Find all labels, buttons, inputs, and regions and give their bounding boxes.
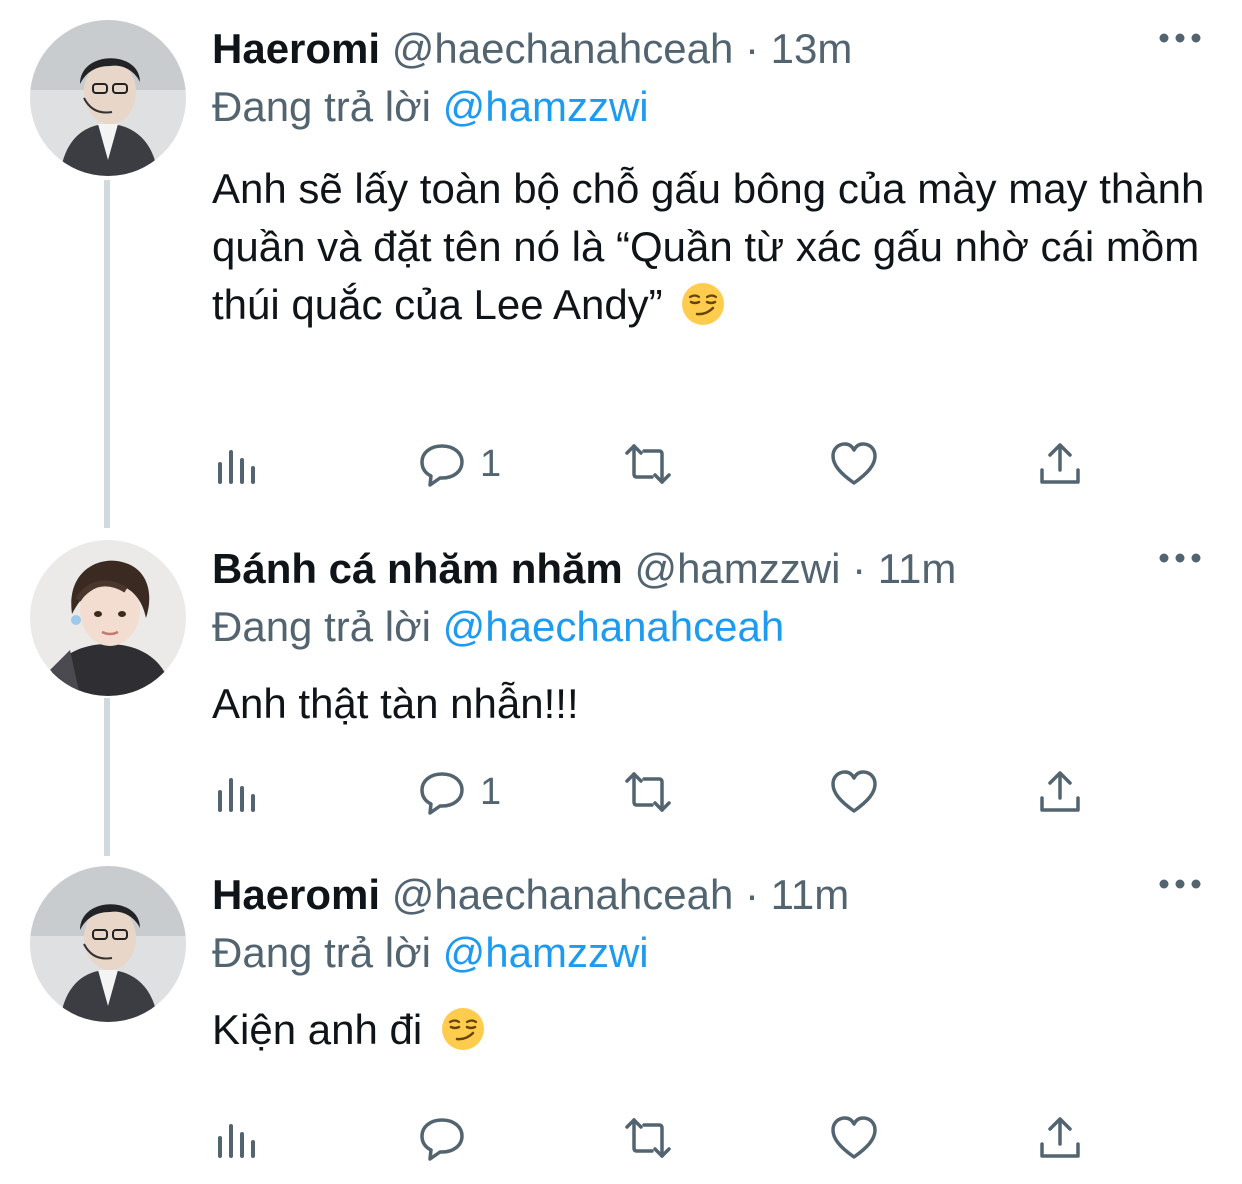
replying-to-line: Đang trả lời @haechanahceah bbox=[212, 598, 1212, 656]
share-upload-icon bbox=[1040, 771, 1080, 812]
tweet-content: Haeromi @haechanahceah · 11m Đang trả lờ… bbox=[212, 866, 1212, 1058]
more-options-icon[interactable] bbox=[1158, 874, 1202, 894]
heart-icon bbox=[831, 770, 877, 813]
reply-count: 1 bbox=[480, 770, 502, 813]
meta-separator: · bbox=[744, 871, 759, 918]
display-name[interactable]: Bánh cá nhăm nhăm bbox=[212, 545, 623, 592]
avatar[interactable] bbox=[30, 540, 186, 696]
retweet-arrows-icon bbox=[625, 1118, 671, 1158]
retweet-button[interactable] bbox=[624, 762, 672, 822]
tweet-text-body: Anh thật tàn nhẫn!!! bbox=[212, 680, 579, 727]
replying-to-line: Đang trả lời @hamzzwi bbox=[212, 924, 1212, 982]
tweet-time[interactable]: 13m bbox=[771, 25, 853, 72]
retweet-button[interactable] bbox=[624, 434, 672, 494]
reply-button[interactable]: 1 bbox=[418, 434, 501, 494]
heart-icon bbox=[831, 442, 877, 485]
tweet-text: Anh sẽ lấy toàn bộ chỗ gấu bông của mày … bbox=[212, 160, 1212, 334]
share-upload-icon bbox=[1040, 1117, 1080, 1158]
replying-prefix: Đang trả lời bbox=[212, 929, 431, 976]
smirking-face-icon bbox=[682, 283, 725, 325]
tweet-content: Haeromi @haechanahceah · 13m Đang trả lờ… bbox=[212, 20, 1212, 334]
share-button[interactable] bbox=[1036, 1108, 1084, 1168]
meta-separator: · bbox=[852, 545, 867, 592]
like-button[interactable] bbox=[830, 434, 878, 494]
heart-icon bbox=[831, 1116, 877, 1159]
tweet-text-body: Kiện anh đi bbox=[212, 1006, 423, 1053]
speech-bubble-icon bbox=[420, 1118, 464, 1161]
share-button[interactable] bbox=[1036, 762, 1084, 822]
avatar[interactable] bbox=[30, 20, 186, 176]
replying-prefix: Đang trả lời bbox=[212, 603, 431, 650]
like-button[interactable] bbox=[830, 1108, 878, 1168]
tweet-actions bbox=[212, 1108, 1112, 1168]
tweet-header: Haeromi @haechanahceah · 11m bbox=[212, 866, 1212, 924]
display-name[interactable]: Haeromi bbox=[212, 25, 380, 72]
tweet-time[interactable]: 11m bbox=[771, 871, 850, 918]
tweet-thread: Haeromi @haechanahceah · 13m Đang trả lờ… bbox=[0, 0, 1242, 1184]
bar-chart-icon bbox=[218, 778, 255, 812]
retweet-arrows-icon bbox=[625, 772, 671, 812]
speech-bubble-icon bbox=[420, 772, 464, 815]
speech-bubble-icon bbox=[420, 444, 464, 487]
retweet-arrows-icon bbox=[625, 444, 671, 484]
tweet[interactable]: Haeromi @haechanahceah · 11m Đang trả lờ… bbox=[0, 846, 1242, 1184]
user-handle[interactable]: @hamzzwi bbox=[634, 545, 840, 592]
bar-chart-icon bbox=[218, 1124, 255, 1158]
share-button[interactable] bbox=[1036, 434, 1084, 494]
reply-button[interactable] bbox=[418, 1108, 480, 1168]
user-handle[interactable]: @haechanahceah bbox=[392, 871, 734, 918]
tweet-actions: 1 bbox=[212, 762, 1112, 822]
tweet[interactable]: Bánh cá nhăm nhăm @hamzzwi · 11m Đang tr… bbox=[0, 520, 1242, 866]
views-button[interactable] bbox=[212, 1108, 260, 1168]
views-button[interactable] bbox=[212, 762, 260, 822]
user-handle[interactable]: @haechanahceah bbox=[392, 25, 734, 72]
tweet[interactable]: Haeromi @haechanahceah · 13m Đang trả lờ… bbox=[0, 0, 1242, 520]
like-button[interactable] bbox=[830, 762, 878, 822]
tweet-text: Kiện anh đi bbox=[212, 1002, 1212, 1058]
more-options-icon[interactable] bbox=[1158, 548, 1202, 568]
tweet-header: Bánh cá nhăm nhăm @hamzzwi · 11m bbox=[212, 540, 1212, 598]
tweet-content: Bánh cá nhăm nhăm @hamzzwi · 11m Đang tr… bbox=[212, 540, 1212, 732]
avatar[interactable] bbox=[30, 866, 186, 1022]
replying-to-mention[interactable]: @hamzzwi bbox=[443, 83, 649, 130]
reply-count: 1 bbox=[480, 442, 502, 485]
smirking-face-icon bbox=[441, 1008, 484, 1050]
views-button[interactable] bbox=[212, 434, 260, 494]
replying-to-mention[interactable]: @hamzzwi bbox=[443, 929, 649, 976]
more-options-icon[interactable] bbox=[1158, 28, 1202, 48]
reply-button[interactable]: 1 bbox=[418, 762, 501, 822]
tweet-actions: 1 bbox=[212, 434, 1112, 494]
retweet-button[interactable] bbox=[624, 1108, 672, 1168]
replying-to-line: Đang trả lời @hamzzwi bbox=[212, 78, 1212, 136]
tweet-time[interactable]: 11m bbox=[878, 545, 957, 592]
display-name[interactable]: Haeromi bbox=[212, 871, 380, 918]
meta-separator: · bbox=[744, 25, 759, 72]
replying-to-mention[interactable]: @haechanahceah bbox=[443, 603, 785, 650]
share-upload-icon bbox=[1040, 443, 1080, 484]
tweet-text: Anh thật tàn nhẫn!!! bbox=[212, 676, 1212, 732]
tweet-header: Haeromi @haechanahceah · 13m bbox=[212, 20, 1212, 78]
replying-prefix: Đang trả lời bbox=[212, 83, 431, 130]
bar-chart-icon bbox=[218, 450, 255, 484]
